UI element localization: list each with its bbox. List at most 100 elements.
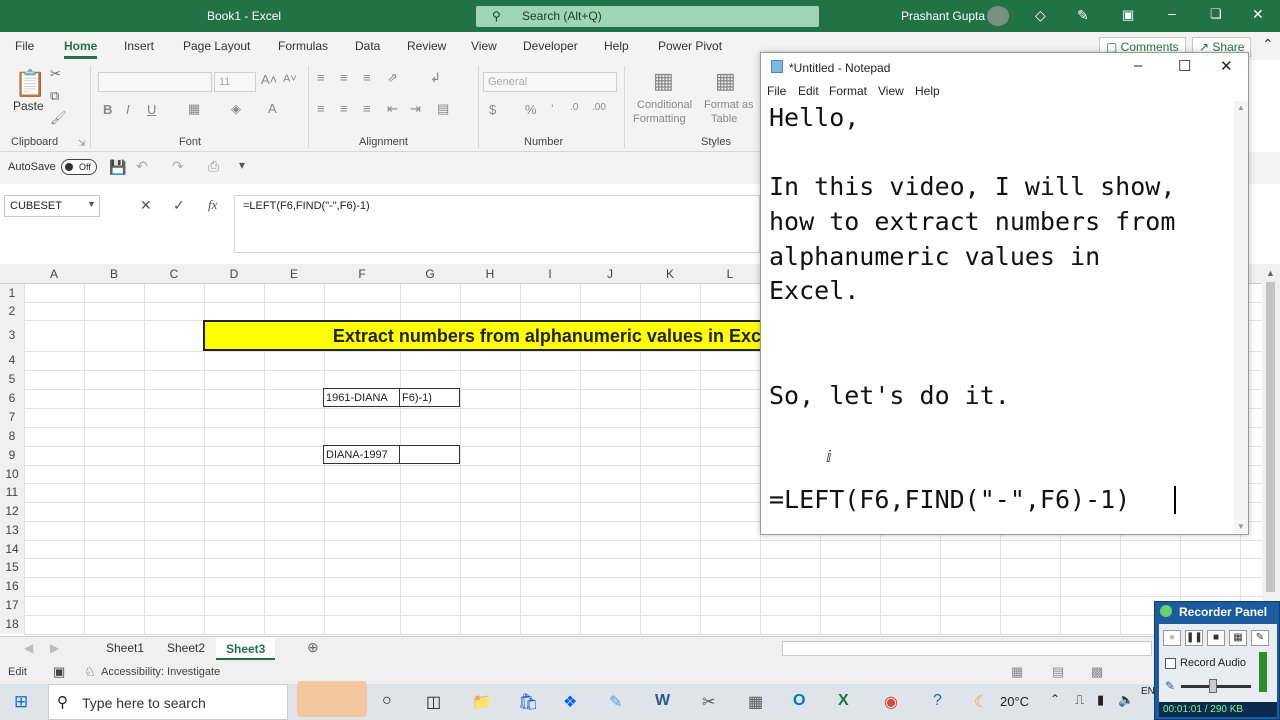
align-left-icon[interactable]: ≡ xyxy=(317,101,325,116)
decrease-indent-icon[interactable]: ⇤ xyxy=(387,101,398,117)
cell-F6[interactable]: 1961-DIANA xyxy=(323,388,400,407)
cell-G6[interactable]: F6)-1) xyxy=(399,388,460,407)
currency-icon[interactable]: $ xyxy=(489,102,496,117)
search-box[interactable]: ⚲ Search (Alt+Q) xyxy=(476,6,819,27)
underline-icon[interactable]: U xyxy=(147,102,156,117)
row-header-17[interactable]: 17 xyxy=(0,596,24,615)
tab-data[interactable]: Data xyxy=(355,39,380,53)
chrome-icon[interactable]: ◉ xyxy=(884,692,898,712)
cell-G9[interactable] xyxy=(399,445,460,464)
settings-icon[interactable]: ▦ xyxy=(1229,630,1247,646)
ribbon-display-icon[interactable]: ▣ xyxy=(1122,7,1134,23)
cancel-icon[interactable]: ✕ xyxy=(140,197,152,214)
borders-icon[interactable]: ▦ xyxy=(188,101,200,117)
minimize-icon[interactable]: – xyxy=(1168,5,1176,21)
dropbox-icon[interactable]: ❖ xyxy=(563,692,577,712)
row-header-3[interactable]: 3 xyxy=(0,320,24,351)
row-header-16[interactable]: 16 xyxy=(0,577,24,596)
notepad-close-icon[interactable]: ✕ xyxy=(1220,57,1233,75)
language-indicator[interactable]: EN xyxy=(1141,686,1155,697)
prev-sheet-icon[interactable]: ◀ xyxy=(24,641,33,655)
taskbar-search[interactable]: ⚲ Type here to search xyxy=(48,681,367,720)
save-icon[interactable]: 💾 xyxy=(109,159,126,176)
decrease-decimal-icon[interactable]: .00 xyxy=(592,102,606,113)
menu-format[interactable]: Format xyxy=(829,84,867,98)
network-icon[interactable]: ⎍ xyxy=(1075,692,1084,708)
tab-file[interactable]: File xyxy=(15,39,34,53)
normal-view-icon[interactable]: ▦ xyxy=(1011,664,1023,680)
merge-center-icon[interactable]: ▤ xyxy=(437,101,449,117)
notepad-text-area[interactable]: Hello, In this video, I will show, how to … xyxy=(769,101,1231,531)
sheet-tab-sheet2[interactable]: Sheet2 xyxy=(167,641,205,655)
print-icon[interactable]: ⎙ xyxy=(208,158,219,175)
name-box[interactable]: CUBESET xyxy=(4,195,100,217)
cell-F9[interactable]: DIANA-1997 xyxy=(323,445,400,464)
formula-input[interactable]: =LEFT(F6,FIND("-",F6)-1) xyxy=(234,195,760,253)
column-header-H[interactable]: H xyxy=(460,267,520,281)
help-icon[interactable]: ? xyxy=(933,692,942,710)
accessibility-icon[interactable]: ♘ xyxy=(84,664,96,680)
record-icon[interactable]: ● xyxy=(1163,630,1181,646)
outlook-icon[interactable]: O xyxy=(793,692,805,710)
tab-power-pivot[interactable]: Power Pivot xyxy=(658,39,722,53)
column-header-I[interactable]: I xyxy=(520,267,580,281)
cut-icon[interactable]: ✂ xyxy=(50,66,61,82)
restore-icon[interactable]: ❏ xyxy=(1210,6,1222,22)
format-as-label[interactable]: Format as xyxy=(704,99,754,111)
excel-taskbar-icon[interactable]: X xyxy=(838,692,849,710)
tab-developer[interactable]: Developer xyxy=(523,39,578,53)
align-right-icon[interactable]: ≡ xyxy=(363,101,371,116)
notepad-minimize-icon[interactable]: – xyxy=(1134,57,1142,74)
format-painter-icon[interactable]: 🖌 xyxy=(50,110,67,126)
row-header-5[interactable]: 5 xyxy=(0,370,24,389)
snipping-tool-icon[interactable]: ✂ xyxy=(702,692,715,712)
table-label[interactable]: Table xyxy=(711,113,737,125)
accessibility-status[interactable]: Accessibility: Investigate xyxy=(101,666,220,678)
new-sheet-icon[interactable]: ⊕ xyxy=(307,639,319,656)
dialog-launcher-icon[interactable]: ⇲ xyxy=(78,138,86,149)
close-icon[interactable]: ✕ xyxy=(1252,6,1264,23)
horizontal-scrollbar[interactable] xyxy=(782,641,1152,656)
font-name-box[interactable] xyxy=(98,72,212,92)
row-header-2[interactable]: 2 xyxy=(0,302,24,320)
row-header-15[interactable]: 15 xyxy=(0,558,24,577)
column-header-L[interactable]: L xyxy=(700,267,760,281)
task-view-icon[interactable]: ◫ xyxy=(426,692,441,712)
orientation-icon[interactable]: ⇗ xyxy=(387,70,398,86)
volume-slider-thumb[interactable] xyxy=(1209,679,1217,693)
tab-help[interactable]: Help xyxy=(604,39,629,53)
volume-icon[interactable]: 🔈 xyxy=(1118,692,1134,708)
bold-icon[interactable]: B xyxy=(103,102,112,117)
collapse-icon[interactable]: ⌃ xyxy=(1262,36,1274,53)
font-color-icon[interactable]: A xyxy=(268,101,277,116)
row-header-8[interactable]: 8 xyxy=(0,427,24,446)
row-header-12[interactable]: 12 xyxy=(0,502,24,521)
avatar[interactable] xyxy=(987,6,1009,26)
pen-icon[interactable]: ✎ xyxy=(1077,7,1089,24)
scroll-up-icon[interactable]: ▲ xyxy=(1266,268,1275,278)
paste-icon[interactable]: 📋 xyxy=(14,68,46,99)
tab-review[interactable]: Review xyxy=(407,39,446,53)
increase-decimal-icon[interactable]: .0 xyxy=(570,102,578,113)
wrap-text-icon[interactable]: ↲ xyxy=(430,70,441,86)
scroll-down-icon[interactable]: ▼ xyxy=(1237,522,1245,531)
windows-start-icon[interactable]: ⊞ xyxy=(14,692,28,712)
decrease-font-icon[interactable]: A˅ xyxy=(283,73,297,85)
menu-view[interactable]: View xyxy=(878,84,904,98)
tab-view[interactable]: View xyxy=(471,39,497,53)
conditional-label[interactable]: Conditional xyxy=(637,99,692,111)
diamond-icon[interactable]: ◇ xyxy=(1035,7,1046,24)
align-middle-icon[interactable]: ≡ xyxy=(340,70,348,85)
cortana-icon[interactable]: ○ xyxy=(382,692,392,710)
record-audio-checkbox[interactable] xyxy=(1165,658,1176,669)
sheet-tab-sheet1[interactable]: Sheet1 xyxy=(106,641,144,655)
copy-icon[interactable]: ⧉ xyxy=(50,88,59,104)
row-header-14[interactable]: 14 xyxy=(0,540,24,558)
fill-color-icon[interactable]: ◈ xyxy=(231,101,241,117)
paste-label[interactable]: Paste xyxy=(13,99,44,113)
format-as-table-icon[interactable]: ▦ xyxy=(715,68,736,94)
battery-icon[interactable]: ▮ xyxy=(1097,692,1104,708)
italic-icon[interactable]: I xyxy=(126,102,130,117)
row-header-18[interactable]: 18 xyxy=(0,615,24,634)
stop-icon[interactable]: ■ xyxy=(1207,630,1225,646)
